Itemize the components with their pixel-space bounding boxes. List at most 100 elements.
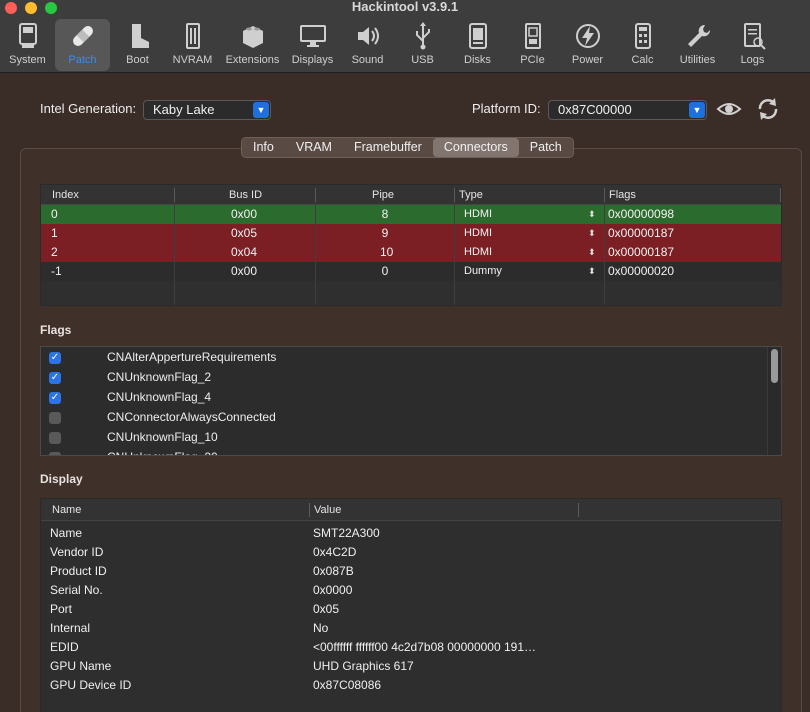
display-key: Vendor ID: [50, 545, 104, 559]
display-key: GPU Name: [50, 659, 112, 673]
type-stepper-icon[interactable]: ⬍: [588, 224, 596, 243]
table-row[interactable]: Serial No. 0x0000: [41, 581, 781, 600]
flag-label: CNConnectorAlwaysConnected: [107, 410, 276, 424]
window-controls: [5, 2, 57, 14]
flag-label: CNAlterAppertureRequirements: [107, 350, 277, 364]
cell-pipe: 10: [380, 245, 394, 259]
toolbar-calc-button[interactable]: Calc: [615, 19, 670, 71]
flag-checkbox[interactable]: ✓: [49, 352, 61, 364]
flag-checkbox[interactable]: [49, 452, 61, 455]
toolbar-boot-button[interactable]: Boot: [110, 19, 165, 71]
flags-scrollbar[interactable]: [767, 347, 781, 455]
flag-checkbox[interactable]: ✓: [49, 372, 61, 384]
column-header-value[interactable]: Value: [314, 499, 341, 521]
table-row[interactable]: -1 0x00 0 Dummy 0x00000020 ⬍: [41, 262, 781, 281]
toolbar-disks-button[interactable]: Disks: [450, 19, 505, 71]
toolbar-label: Calc: [631, 54, 654, 66]
column-header-bus-id[interactable]: Bus ID: [229, 185, 262, 205]
cell-flags: 0x00000187: [608, 245, 675, 259]
window-titlebar: Hackintool v3.9.1 System Patch Boot NVRAM Ex…: [0, 0, 810, 73]
minimize-window-button[interactable]: [25, 2, 37, 14]
zoom-window-button[interactable]: [45, 2, 57, 14]
table-row[interactable]: Name SMT22A300: [41, 524, 781, 543]
display-key: EDID: [50, 640, 79, 654]
tab-patch[interactable]: Patch: [519, 138, 573, 157]
table-row[interactable]: Product ID 0x087B: [41, 562, 781, 581]
intel-generation-label: Intel Generation:: [40, 101, 137, 116]
flag-checkbox[interactable]: [49, 412, 61, 424]
table-row[interactable]: 0 0x00 8 HDMI 0x00000098 ⬍: [41, 205, 781, 224]
toolbar-logs-button[interactable]: Logs: [725, 19, 780, 71]
toolbar-label: Extensions: [225, 54, 280, 66]
close-window-button[interactable]: [5, 2, 17, 14]
toolbar-extensions-button[interactable]: Extensions: [220, 19, 285, 71]
toolbar-patch-button[interactable]: Patch: [55, 19, 110, 71]
toolbar-sound-button[interactable]: Sound: [340, 19, 395, 71]
memory-chip-icon: [178, 21, 208, 51]
display-key: Internal: [50, 621, 91, 635]
table-row[interactable]: Vendor ID 0x4C2D: [41, 543, 781, 562]
table-row[interactable]: EDID <00ffffff ffffff00 4c2d7b08 00000000…: [41, 638, 781, 657]
table-row[interactable]: Port 0x05: [41, 600, 781, 619]
cell-type[interactable]: HDMI: [464, 243, 492, 262]
toolbar-label: Power: [571, 54, 604, 66]
cell-type[interactable]: HDMI: [464, 224, 492, 243]
toolbar-pcie-button[interactable]: PCIe: [505, 19, 560, 71]
toolbar-displays-button[interactable]: Displays: [285, 19, 340, 71]
toolbar-utilities-button[interactable]: Utilities: [670, 19, 725, 71]
cell-type[interactable]: HDMI: [464, 205, 492, 224]
intel-generation-select[interactable]: Kaby Lake ▼: [143, 100, 271, 120]
column-header-type[interactable]: Type: [459, 185, 483, 205]
table-row[interactable]: GPU Name UHD Graphics 617: [41, 657, 781, 676]
patch-tabs: Info VRAM Framebuffer Connectors Patch: [241, 137, 574, 158]
type-stepper-icon[interactable]: ⬍: [588, 205, 596, 224]
cell-flags: 0x00000187: [608, 226, 675, 240]
flags-list: ✓ CNAlterAppertureRequirements ✓ CNUnknownF…: [40, 346, 782, 456]
table-row[interactable]: Internal No: [41, 619, 781, 638]
type-stepper-icon[interactable]: ⬍: [588, 243, 596, 262]
flags-section-title: Flags: [40, 323, 72, 337]
eye-icon[interactable]: [716, 99, 742, 122]
flag-list-item: CNConnectorAlwaysConnected: [41, 409, 767, 429]
display-key: GPU Device ID: [50, 678, 132, 692]
table-row[interactable]: GPU Device ID 0x87C08086: [41, 676, 781, 695]
column-header-pipe[interactable]: Pipe: [372, 185, 394, 205]
tab-vram[interactable]: VRAM: [285, 138, 343, 157]
flags-scroll-thumb[interactable]: [771, 349, 778, 383]
column-header-flags[interactable]: Flags: [609, 185, 636, 205]
computer-icon: [13, 21, 43, 51]
toolbar-usb-button[interactable]: USB: [395, 19, 450, 71]
toolbar-label: Boot: [126, 54, 149, 66]
display-key: Product ID: [50, 564, 107, 578]
cell-bus-id: 0x00: [231, 264, 258, 278]
flag-checkbox[interactable]: ✓: [49, 392, 61, 404]
platform-id-select[interactable]: 0x87C00000 ▼: [548, 100, 707, 120]
display-value: No: [313, 621, 329, 635]
pcie-card-icon: [518, 21, 548, 51]
column-header-name[interactable]: Name: [52, 499, 81, 521]
column-header-index[interactable]: Index: [52, 185, 79, 205]
chevron-down-icon: ▼: [253, 102, 269, 118]
chevron-down-icon: ▼: [689, 102, 705, 118]
refresh-icon[interactable]: [755, 96, 781, 125]
log-document-icon: [738, 21, 768, 51]
table-row[interactable]: 2 0x04 10 HDMI 0x00000187 ⬍: [41, 243, 781, 262]
toolbar-system-button[interactable]: System: [0, 19, 55, 71]
display-table: Name Value Name SMT22A300 Vendor ID 0x4C2D P…: [40, 498, 782, 712]
cell-type[interactable]: Dummy: [464, 262, 502, 281]
tab-info[interactable]: Info: [242, 138, 285, 157]
intel-generation-value: Kaby Lake: [153, 102, 215, 117]
cell-index: -1: [51, 264, 62, 278]
display-value: <00ffffff ffffff00 4c2d7b08 00000000 191…: [313, 640, 537, 654]
toolbar-power-button[interactable]: Power: [560, 19, 615, 71]
toolbar-nvram-button[interactable]: NVRAM: [165, 19, 220, 71]
tab-framebuffer[interactable]: Framebuffer: [343, 138, 433, 157]
type-stepper-icon[interactable]: ⬍: [588, 262, 596, 281]
table-row[interactable]: 1 0x05 9 HDMI 0x00000187 ⬍: [41, 224, 781, 243]
platform-id-value: 0x87C00000: [558, 102, 632, 117]
flag-checkbox[interactable]: [49, 432, 61, 444]
display-value: UHD Graphics 617: [313, 659, 414, 673]
tab-connectors[interactable]: Connectors: [432, 138, 519, 157]
toolbar-label: NVRAM: [172, 54, 213, 66]
main-toolbar: System Patch Boot NVRAM Extensions Displays So…: [0, 19, 780, 71]
